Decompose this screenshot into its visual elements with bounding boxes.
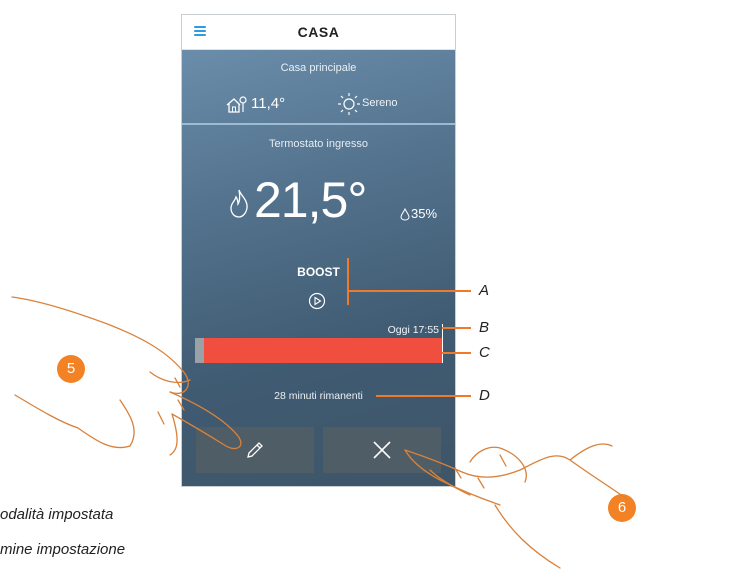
hand-illustrations bbox=[11, 296, 629, 569]
